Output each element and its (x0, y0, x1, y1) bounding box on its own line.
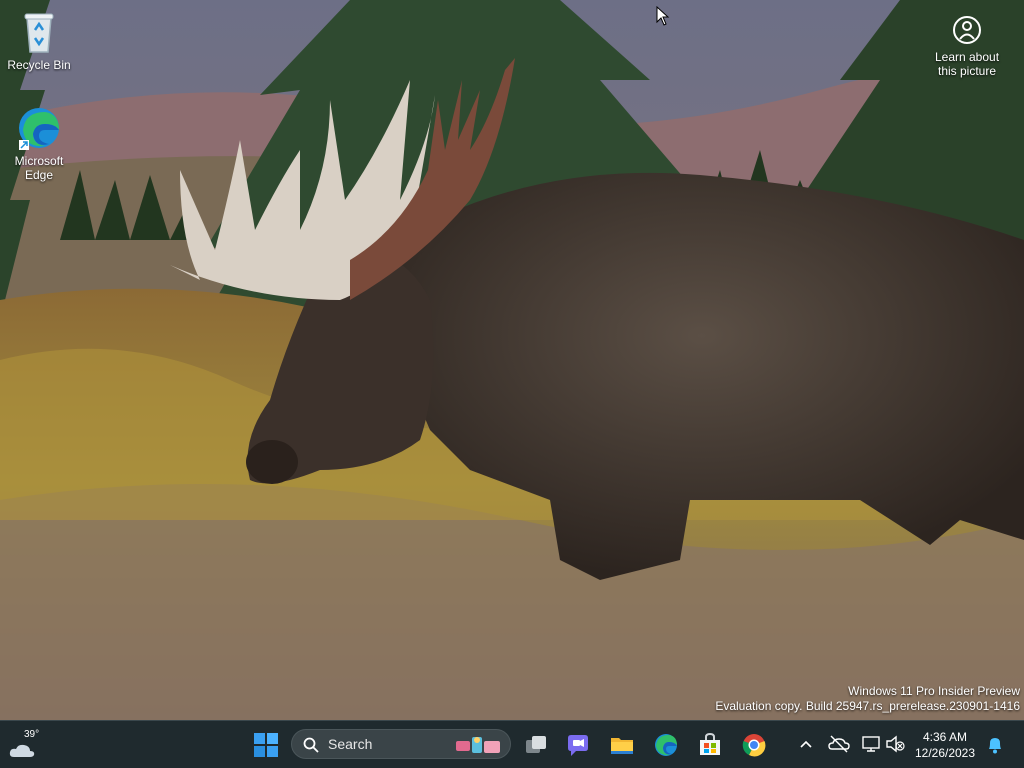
windows-start-icon (254, 733, 278, 757)
desktop-icon-edge[interactable]: Microsoft Edge (4, 104, 74, 182)
chat-icon (568, 735, 588, 756)
evaluation-watermark: Windows 11 Pro Insider Preview Evaluatio… (715, 684, 1020, 714)
clock-date: 12/26/2023 (914, 746, 976, 760)
search-icon (303, 737, 319, 753)
recycle-bin-label: Recycle Bin (7, 58, 71, 72)
search-label: Search (328, 736, 373, 752)
edge-icon (655, 734, 677, 756)
clock-time: 4:36 AM (922, 730, 968, 744)
taskbar-app-store[interactable] (692, 727, 728, 763)
chrome-icon (742, 734, 766, 757)
taskbar-app-chrome[interactable] (736, 727, 772, 763)
edge-label: Microsoft Edge (14, 154, 64, 182)
desktop-icon-recycle-bin[interactable]: Recycle Bin (4, 8, 74, 72)
recycle-bin-icon (15, 8, 63, 56)
camera-info-icon (951, 14, 983, 46)
taskbar: 39° Search 4:36 AM 12/26/2023 (0, 720, 1024, 768)
weather-widget[interactable]: 39° (8, 727, 42, 763)
taskbar-app-edge[interactable] (648, 727, 684, 763)
store-icon (700, 732, 720, 755)
desktop-wallpaper (0, 0, 1024, 720)
network-icon[interactable] (860, 733, 882, 755)
notification-bell-icon[interactable] (986, 735, 1004, 755)
folder-icon (611, 738, 633, 754)
task-view-icon (526, 736, 546, 753)
edge-icon (15, 104, 63, 152)
mouse-cursor-icon (656, 6, 670, 26)
onedrive-offline-icon[interactable] (828, 733, 850, 755)
watermark-line1: Windows 11 Pro Insider Preview (848, 684, 1020, 698)
learn-label: Learn about this picture (934, 50, 1000, 78)
weather-temp: 39° (24, 729, 40, 740)
volume-muted-icon[interactable] (884, 733, 906, 755)
search-highlight-icon (456, 737, 500, 753)
start-button[interactable] (248, 727, 284, 763)
taskbar-search[interactable]: Search (291, 729, 511, 759)
taskbar-app-task-view[interactable] (518, 727, 554, 763)
taskbar-clock[interactable]: 4:36 AM 12/26/2023 (912, 729, 978, 761)
cloud-moon-icon (9, 744, 35, 757)
chevron-up-icon[interactable] (796, 733, 816, 757)
watermark-line2: Evaluation copy. Build 25947.rs_prerelea… (715, 699, 1020, 713)
taskbar-app-chat[interactable] (560, 727, 596, 763)
learn-about-picture[interactable]: Learn about this picture (922, 14, 1012, 78)
taskbar-app-file-explorer[interactable] (604, 727, 640, 763)
